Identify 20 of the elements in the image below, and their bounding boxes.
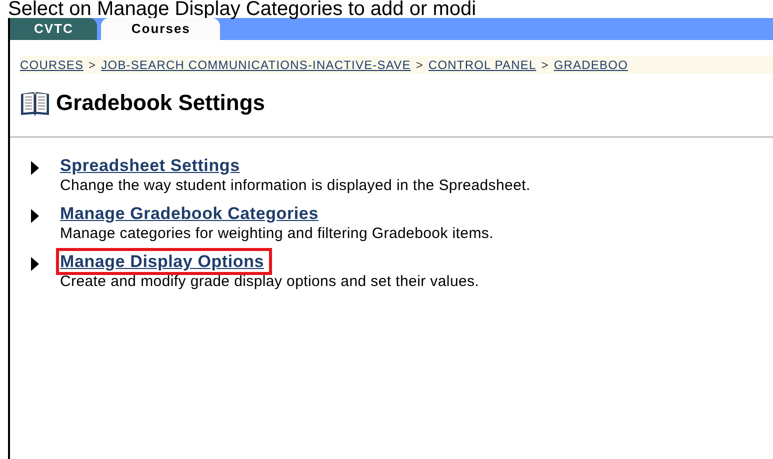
settings-link[interactable]: Spreadsheet Settings <box>60 156 240 175</box>
breadcrumb-link[interactable]: COURSES <box>20 58 84 72</box>
settings-link[interactable]: Manage Gradebook Categories <box>60 204 318 223</box>
breadcrumb-link[interactable]: CONTROL PANEL <box>428 58 536 72</box>
breadcrumb-link[interactable]: GRADEBOO <box>554 58 628 72</box>
link-description: Manage categories for weighting and filtering Gradebook items. <box>60 225 494 242</box>
breadcrumb-separator: > <box>88 58 96 72</box>
arrow-icon <box>30 208 40 224</box>
settings-link[interactable]: Manage Display Options <box>60 252 264 271</box>
link-description: Create and modify grade display options and set their values. <box>60 273 480 290</box>
caption-text: Select on Manage Display Categories to add or modi <box>7 0 478 18</box>
breadcrumb-separator: > <box>416 58 424 72</box>
tab[interactable]: Courses <box>101 18 220 40</box>
link-description: Change the way student information is displayed in the Spreadsheet. <box>60 177 530 194</box>
breadcrumb-link[interactable]: JOB-SEARCH COMMUNICATIONS-INACTIVE-SAVE <box>101 58 411 72</box>
page-title: Gradebook Settings <box>56 90 266 116</box>
breadcrumb-separator: > <box>541 58 549 72</box>
tab[interactable]: CVTC <box>10 18 98 40</box>
arrow-icon <box>30 160 40 176</box>
arrow-icon <box>30 256 40 272</box>
